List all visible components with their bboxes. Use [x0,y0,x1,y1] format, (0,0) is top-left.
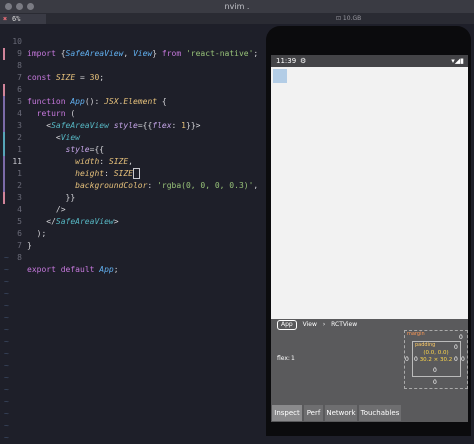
margin-left-value: 0 [405,356,409,363]
tilde-line: ~ [4,253,9,262]
emulator-screen[interactable]: 11:39 ⚙ ▾◢▮ App View › RCTView flex: 1 m… [271,55,468,434]
android-nav-bar [271,422,468,434]
style-prop-value: 1 [291,355,295,362]
tilde-line: ~ [4,265,9,274]
tilde-line: ~ [4,337,9,346]
tilde-line: ~ [4,409,9,418]
status-time: 11:39 [276,57,297,65]
tilde-line: ~ [4,313,9,322]
tab-touchables[interactable]: Touchables [359,405,401,421]
tilde-line: ~ [4,277,9,286]
tilde-line: ~ [4,361,9,370]
nvim-tabline: ✖ 6% ⊡ 10.GB [0,14,474,24]
margin-bottom-value: 0 [433,379,437,386]
tilde-line: ~ [4,349,9,358]
tilde-line: ~ [4,385,9,394]
breadcrumb-rctview[interactable]: RCTView [331,319,357,331]
android-status-bar: 11:39 ⚙ ▾◢▮ [271,55,468,67]
tilde-line: ~ [4,301,9,310]
margin-right-value: 0 [461,356,465,363]
window-title: nvim . [224,2,250,11]
tilde-line: ~ [4,397,9,406]
highlighted-view-box[interactable] [273,69,287,83]
code-text: export default App; [27,265,119,274]
memory-indicator: ⊡ 10.GB [336,15,362,22]
padding-right-value: 0 [454,356,458,363]
padding-bottom-value: 0 [433,367,437,374]
close-icon[interactable]: ✖ [3,14,7,24]
tab-network[interactable]: Network [325,405,357,421]
breadcrumb-sep: › [322,321,326,328]
buffer-percent: 6% [12,15,21,23]
breadcrumb-app[interactable]: App [277,320,297,330]
padding-left-value: 0 [414,356,418,363]
tab-perf[interactable]: Perf [304,405,323,421]
app-render-area[interactable] [271,67,468,319]
gear-icon: ⚙ [300,57,307,65]
breadcrumb-view[interactable]: View [303,319,317,331]
breadcrumb: App View › RCTView [277,319,357,331]
wifi-battery-icon: ▾◢▮ [451,57,464,65]
tilde-line: ~ [4,373,9,382]
margin-top-value: 0 [459,334,463,341]
tilde-line: ~ [4,325,9,334]
box-model-content: (0.0, 0.0) 30.2 × 30.2 [419,350,453,363]
tab-inspect[interactable]: Inspect [272,405,302,421]
buffer-tab[interactable]: ✖ 6% [0,14,46,24]
tilde-line: ~ [4,289,9,298]
style-prop-label: flex: [277,355,290,362]
padding-top-value: 0 [454,344,458,351]
inspector-tabbar: Inspect Perf Network Touchables [271,404,468,422]
window-titlebar: nvim . [0,0,474,14]
tilde-line: ~ [4,421,9,430]
